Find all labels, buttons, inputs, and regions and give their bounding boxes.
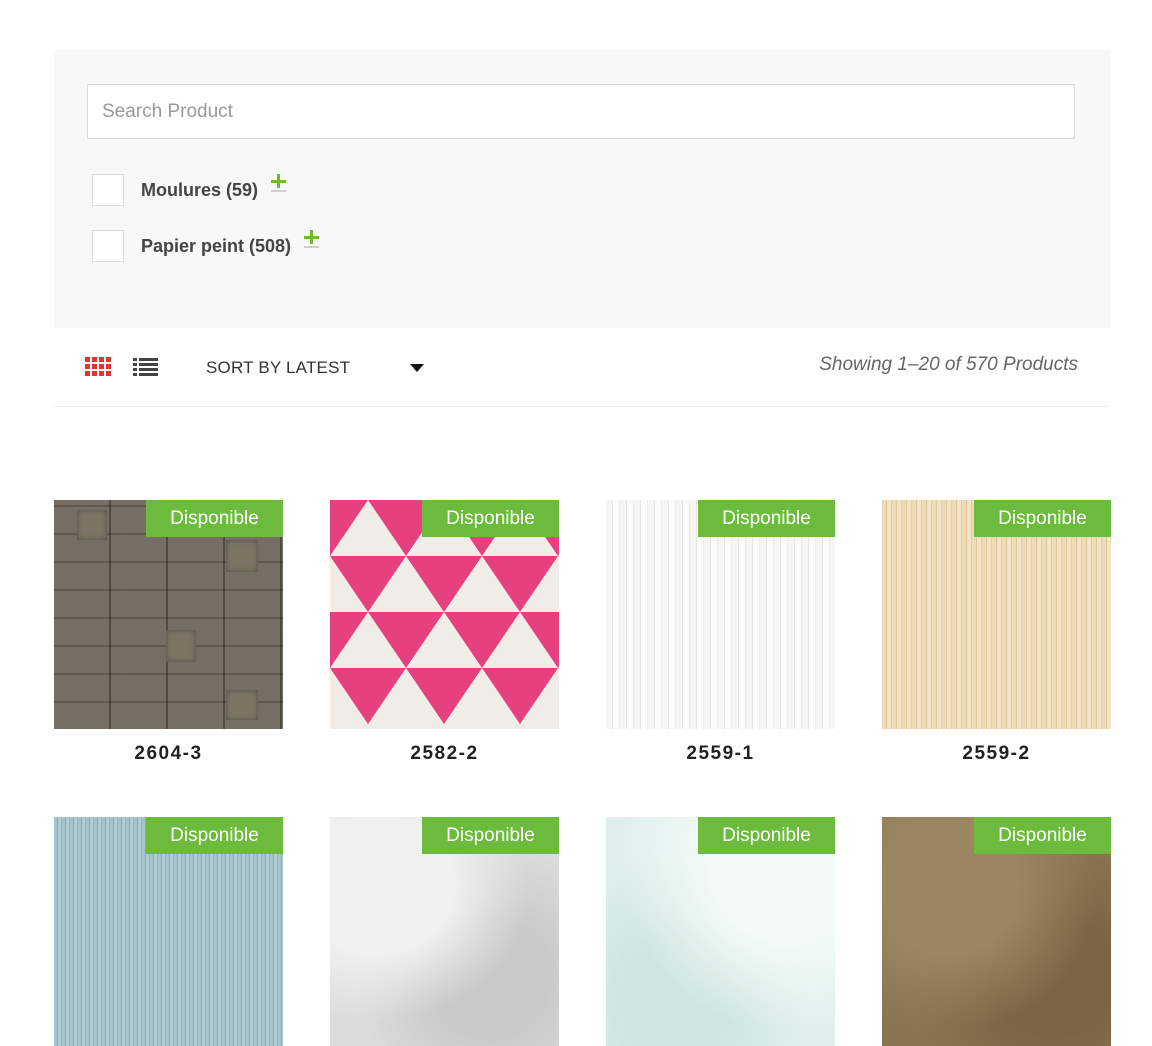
product-card[interactable]: Disponible bbox=[54, 817, 283, 1046]
category-checkbox[interactable] bbox=[92, 174, 124, 206]
category-label[interactable]: Moulures (59) bbox=[141, 180, 258, 201]
product-card[interactable]: Disponible 2604-3 bbox=[54, 500, 283, 765]
availability-badge: Disponible bbox=[422, 817, 559, 854]
availability-badge: Disponible bbox=[422, 500, 559, 537]
availability-badge: Disponible bbox=[146, 500, 283, 537]
sort-select[interactable]: SORT BY LATEST bbox=[206, 354, 428, 382]
grid-view-icon[interactable] bbox=[85, 357, 111, 377]
availability-badge: Disponible bbox=[146, 817, 283, 854]
filter-panel: Moulures (59) Papier peint (508) bbox=[54, 50, 1110, 328]
product-card[interactable]: Disponible 2559-1 bbox=[606, 500, 835, 765]
product-image[interactable]: Disponible bbox=[882, 500, 1111, 729]
product-name[interactable]: 2559-2 bbox=[882, 743, 1111, 765]
product-image[interactable]: Disponible bbox=[330, 500, 559, 729]
availability-badge: Disponible bbox=[698, 500, 835, 537]
product-name[interactable]: 2604-3 bbox=[54, 743, 283, 765]
product-card[interactable]: Disponible bbox=[330, 817, 559, 1046]
list-view-icon[interactable] bbox=[133, 357, 159, 377]
product-image[interactable]: Disponible bbox=[606, 817, 835, 1046]
product-image[interactable]: Disponible bbox=[330, 817, 559, 1046]
product-name[interactable]: 2559-1 bbox=[606, 743, 835, 765]
availability-badge: Disponible bbox=[698, 817, 835, 854]
category-checkbox[interactable] bbox=[92, 230, 124, 262]
category-filter-moulures: Moulures (59) bbox=[92, 173, 287, 207]
catalog-toolbar: SORT BY LATEST Showing 1–20 of 570 Produ… bbox=[54, 330, 1110, 407]
availability-badge: Disponible bbox=[974, 500, 1111, 537]
product-card[interactable]: Disponible bbox=[606, 817, 835, 1046]
result-count: Showing 1–20 of 570 Products bbox=[819, 354, 1078, 375]
category-filter-papier-peint: Papier peint (508) bbox=[92, 229, 320, 263]
product-image[interactable]: Disponible bbox=[54, 817, 283, 1046]
product-image[interactable]: Disponible bbox=[606, 500, 835, 729]
product-card[interactable]: Disponible bbox=[882, 817, 1111, 1046]
sort-label: SORT BY LATEST bbox=[206, 358, 351, 377]
plus-icon[interactable] bbox=[303, 230, 320, 248]
product-image[interactable]: Disponible bbox=[882, 817, 1111, 1046]
availability-badge: Disponible bbox=[974, 817, 1111, 854]
product-image[interactable]: Disponible bbox=[54, 500, 283, 729]
category-label[interactable]: Papier peint (508) bbox=[141, 236, 291, 257]
plus-icon[interactable] bbox=[270, 174, 287, 192]
product-card[interactable]: Disponible 2582-2 bbox=[330, 500, 559, 765]
caret-down-icon bbox=[410, 364, 424, 372]
product-card[interactable]: Disponible 2559-2 bbox=[882, 500, 1111, 765]
product-name[interactable]: 2582-2 bbox=[330, 743, 559, 765]
search-input[interactable] bbox=[87, 84, 1075, 139]
